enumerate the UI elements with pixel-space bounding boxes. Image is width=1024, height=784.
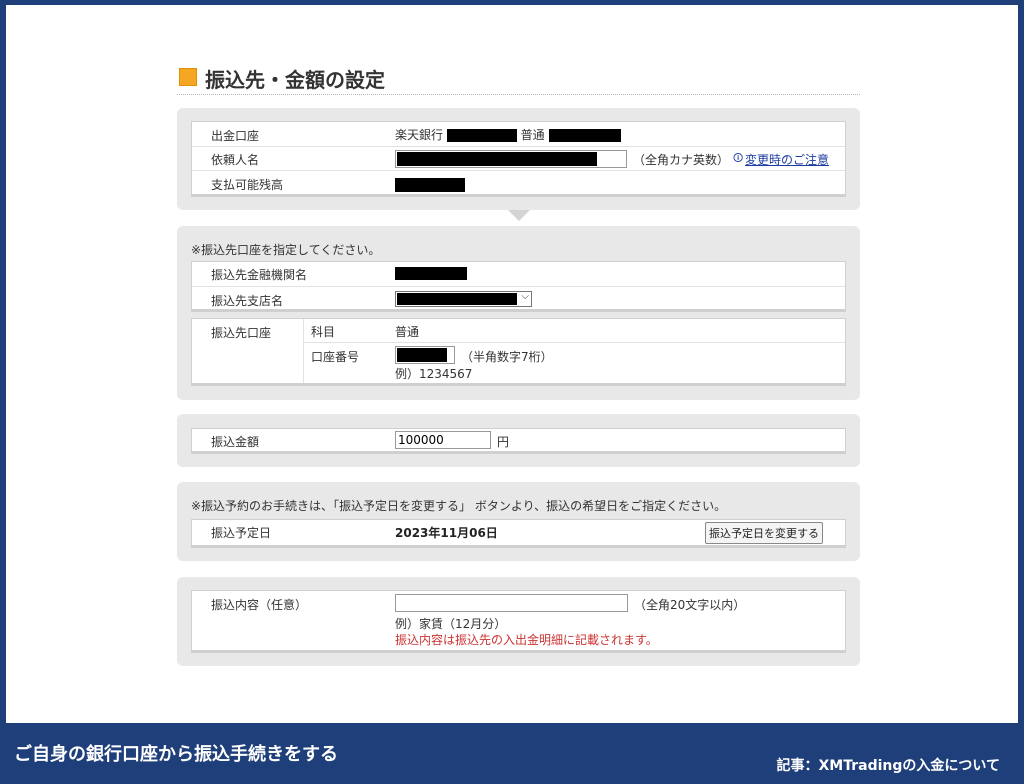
memo-panel: 振込内容（任意） （全角20文字以内） 例）家賃（12月分） 振込内容は振込先の… bbox=[177, 577, 860, 666]
schedule-date: 2023年11月06日 bbox=[395, 526, 498, 540]
memo-warning: 振込内容は振込先の入出金明細に記載されます。 bbox=[395, 633, 658, 647]
redacted-account-number bbox=[548, 129, 621, 142]
bank-label: 振込先金融機関名 bbox=[211, 268, 308, 282]
info-icon: 🛈 bbox=[733, 153, 744, 164]
subject-label: 科目 bbox=[311, 325, 336, 339]
account-label: 振込先口座 bbox=[211, 326, 272, 340]
balance-label: 支払可能残高 bbox=[211, 178, 284, 192]
number-example: 例）1234567 bbox=[395, 367, 473, 381]
banner-article-link: 記事：XMTradingの入金について bbox=[776, 758, 1000, 774]
destination-bank-table: 振込先金融機関名 振込先支店名 ⌵ bbox=[191, 261, 846, 310]
redacted-number bbox=[397, 348, 447, 362]
withdraw-account-value: 楽天銀行 普通 bbox=[395, 126, 621, 143]
redacted-branch bbox=[446, 129, 517, 142]
requester-hint: （全角カナ英数） bbox=[633, 153, 730, 167]
page-title: 振込先・金額の設定 bbox=[205, 68, 385, 92]
amount-input[interactable]: 100000 bbox=[395, 431, 491, 449]
account-number-input[interactable] bbox=[395, 346, 455, 364]
requester-name-input[interactable] bbox=[395, 150, 627, 168]
memo-label: 振込内容（任意） bbox=[211, 598, 308, 612]
account-type: 普通 bbox=[520, 128, 545, 142]
schedule-note: ※振込予約のお手続きは、「振込予定日を変更する」 ボタンより、振込の希望日をご指… bbox=[191, 499, 727, 513]
schedule-label: 振込予定日 bbox=[211, 526, 272, 540]
caution-link[interactable]: 変更時のご注意 bbox=[745, 151, 829, 168]
schedule-table: 振込予定日 2023年11月06日 振込予定日を変更する bbox=[191, 519, 846, 546]
memo-table: 振込内容（任意） （全角20文字以内） 例）家賃（12月分） 振込内容は振込先の… bbox=[191, 590, 846, 651]
subject-value: 普通 bbox=[395, 325, 420, 339]
destination-account-table: 振込先口座 科目 普通 口座番号 （半角数字7桁） 例）1234567 bbox=[191, 318, 846, 384]
requester-label: 依頼人名 bbox=[211, 153, 260, 167]
amount-table: 振込金額 100000 円 bbox=[191, 428, 846, 452]
source-table: 出金口座 楽天銀行 普通 依頼人名 （全角カナ英数） 🛈 変更時のご注意 支払可… bbox=[191, 121, 846, 195]
redacted-requester-name bbox=[397, 152, 597, 166]
memo-hint: （全角20文字以内） bbox=[634, 598, 746, 612]
subject-row: 科目 普通 bbox=[304, 319, 845, 343]
requester-row: 依頼人名 （全角カナ英数） 🛈 変更時のご注意 bbox=[192, 146, 845, 170]
memo-input[interactable] bbox=[395, 594, 628, 612]
withdraw-account-row: 出金口座 楽天銀行 普通 bbox=[192, 122, 845, 146]
bank-name: 楽天銀行 bbox=[395, 128, 444, 142]
branch-label: 振込先支店名 bbox=[211, 294, 284, 308]
banner-caption: ご自身の銀行口座から振込手続きをする bbox=[14, 744, 338, 765]
section-heading: 振込先・金額の設定 bbox=[177, 63, 860, 95]
number-label: 口座番号 bbox=[311, 350, 360, 364]
destination-panel: ※振込先口座を指定してください。 振込先金融機関名 振込先支店名 ⌵ 振込先口座… bbox=[177, 226, 860, 400]
number-row: 口座番号 （半角数字7桁） 例）1234567 bbox=[304, 343, 845, 385]
change-date-button[interactable]: 振込予定日を変更する bbox=[705, 522, 823, 544]
withdraw-account-label: 出金口座 bbox=[211, 129, 260, 143]
destination-note: ※振込先口座を指定してください。 bbox=[191, 243, 381, 257]
redacted-branch-name bbox=[397, 293, 517, 305]
branch-select[interactable]: ⌵ bbox=[395, 291, 532, 307]
bank-row: 振込先金融機関名 bbox=[192, 262, 845, 286]
amount-unit: 円 bbox=[497, 435, 510, 449]
memo-example: 例）家賃（12月分） bbox=[395, 617, 507, 631]
number-hint: （半角数字7桁） bbox=[461, 350, 553, 364]
balance-row: 支払可能残高 bbox=[192, 170, 845, 196]
amount-label: 振込金額 bbox=[211, 435, 260, 449]
chevron-down-icon: ⌵ bbox=[521, 291, 529, 302]
down-arrow-icon bbox=[508, 210, 530, 221]
orange-square-icon bbox=[179, 68, 197, 86]
schedule-panel: ※振込予約のお手続きは、「振込予定日を変更する」 ボタンより、振込の希望日をご指… bbox=[177, 482, 860, 561]
amount-panel: 振込金額 100000 円 bbox=[177, 414, 860, 467]
branch-row: 振込先支店名 ⌵ bbox=[192, 286, 845, 311]
redacted-balance bbox=[395, 178, 465, 192]
source-panel: 出金口座 楽天銀行 普通 依頼人名 （全角カナ英数） 🛈 変更時のご注意 支払可… bbox=[177, 108, 860, 210]
redacted-bank bbox=[395, 267, 467, 280]
